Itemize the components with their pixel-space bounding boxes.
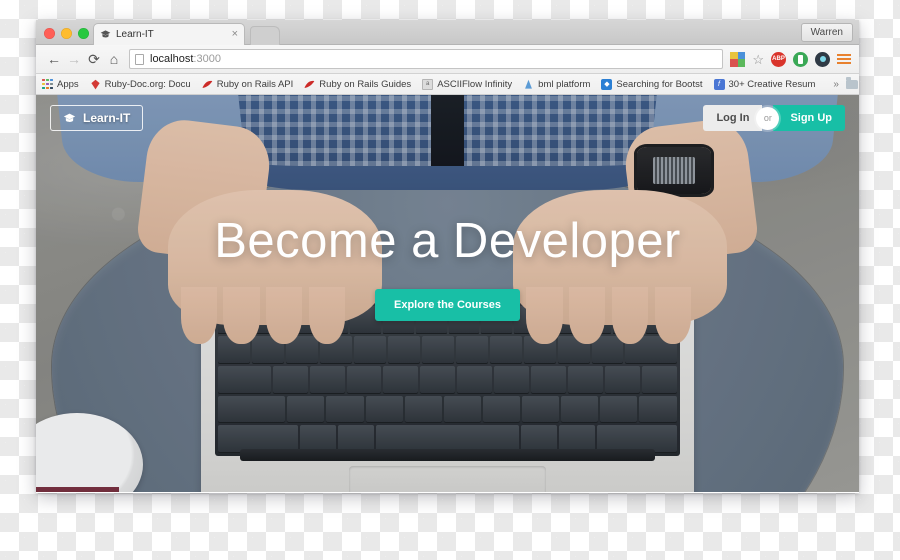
bookmark-label: Searching for Bootst xyxy=(616,78,703,90)
forward-button[interactable]: → xyxy=(64,49,84,69)
bookmark-label: Apps xyxy=(57,78,79,90)
new-tab-button[interactable] xyxy=(250,26,280,45)
bookmark-label: 30+ Creative Resum xyxy=(728,78,816,90)
color-squares-extension-icon[interactable] xyxy=(730,51,746,67)
minimize-window-button[interactable] xyxy=(61,28,72,39)
bookmarks-overflow-button[interactable]: » xyxy=(826,79,846,90)
browser-tab[interactable]: Learn-IT × xyxy=(93,23,245,45)
reload-button[interactable]: ⟳ xyxy=(84,49,104,69)
address-bar[interactable]: localhost:3000 xyxy=(129,49,724,69)
other-bookmarks-folder[interactable]: Other Bookmarks xyxy=(845,77,859,90)
graduation-cap-icon xyxy=(100,30,111,38)
bookmark-item[interactable]: f 30+ Creative Resum xyxy=(713,78,816,90)
adblock-plus-icon[interactable]: ABP xyxy=(771,51,786,67)
window-controls xyxy=(44,28,89,39)
brand-logo-button[interactable]: Learn-IT xyxy=(50,105,144,131)
bootstrap-icon: ◆ xyxy=(601,78,613,90)
bookmarks-bar: Apps Ruby-Doc.org: Docu Ruby on Rails AP… xyxy=(36,74,859,95)
browser-window: Learn-IT × Warren ← → ⟳ ⌂ localhost:3000 xyxy=(36,20,859,493)
page-viewport: Learn-IT Log In or Sign Up Become a Deve… xyxy=(36,95,859,492)
ghostery-icon[interactable] xyxy=(793,51,808,67)
hero-content: Become a Developer Explore the Courses xyxy=(36,213,859,321)
creative-icon: f xyxy=(713,78,725,90)
close-window-button[interactable] xyxy=(44,28,55,39)
url-port: :3000 xyxy=(193,53,221,65)
bookmark-star-icon[interactable]: ☆ xyxy=(752,53,764,66)
profile-button[interactable]: Warren xyxy=(800,23,853,42)
url-text: localhost:3000 xyxy=(150,53,221,65)
brand-label: Learn-IT xyxy=(83,111,131,125)
explore-courses-button[interactable]: Explore the Courses xyxy=(375,289,520,321)
bookmark-item[interactable]: Ruby on Rails API xyxy=(202,78,294,90)
chrome-menu-icon[interactable] xyxy=(837,54,851,64)
profile-label: Warren xyxy=(810,27,843,38)
tab-title: Learn-IT xyxy=(116,29,154,40)
maximize-window-button[interactable] xyxy=(78,28,89,39)
bookmark-label: ASCIIFlow Infinity xyxy=(437,78,513,90)
tab-strip: Learn-IT × Warren xyxy=(36,20,859,45)
page-info-icon[interactable] xyxy=(135,53,144,65)
bookmark-item[interactable]: a ASCIIFlow Infinity xyxy=(422,78,513,90)
graduation-cap-icon xyxy=(63,113,76,122)
dark-circle-extension-icon[interactable] xyxy=(815,51,830,67)
bookmark-label: bml platform xyxy=(538,78,591,90)
bml-icon xyxy=(525,79,533,89)
apps-grid-icon xyxy=(42,78,53,90)
url-host: localhost xyxy=(150,53,194,65)
bookmark-label: Ruby on Rails Guides xyxy=(319,78,412,90)
signup-button[interactable]: Sign Up xyxy=(773,105,845,131)
toolbar-icons: ☆ ABP xyxy=(730,51,851,67)
site-navbar: Learn-IT Log In or Sign Up xyxy=(36,95,859,141)
auth-or-separator: or xyxy=(756,106,780,130)
login-button[interactable]: Log In xyxy=(703,105,763,131)
browser-toolbar: ← → ⟳ ⌂ localhost:3000 ☆ ABP xyxy=(36,45,859,74)
rails-icon xyxy=(202,80,213,88)
bookmark-item[interactable]: Ruby-Doc.org: Docu xyxy=(90,79,191,90)
bookmark-apps[interactable]: Apps xyxy=(42,78,79,90)
back-button[interactable]: ← xyxy=(44,49,64,69)
close-tab-icon[interactable]: × xyxy=(232,29,238,40)
folder-icon xyxy=(845,77,858,89)
bookmark-item[interactable]: Ruby on Rails Guides xyxy=(304,79,411,90)
home-button[interactable]: ⌂ xyxy=(104,49,124,69)
rails-icon xyxy=(304,80,315,88)
auth-buttons: Log In or Sign Up xyxy=(703,105,845,131)
bookmark-label: Ruby-Doc.org: Docu xyxy=(104,78,191,90)
hero-title: Become a Developer xyxy=(214,214,681,268)
bookmark-label: Ruby on Rails API xyxy=(216,78,294,90)
asciiflow-icon: a xyxy=(422,78,434,90)
bookmark-item[interactable]: bml platform xyxy=(523,79,590,90)
screenshot-canvas: Learn-IT × Warren ← → ⟳ ⌂ localhost:3000 xyxy=(0,0,900,560)
ruby-icon xyxy=(91,79,100,89)
bookmark-item[interactable]: ◆ Searching for Bootst xyxy=(601,78,703,90)
